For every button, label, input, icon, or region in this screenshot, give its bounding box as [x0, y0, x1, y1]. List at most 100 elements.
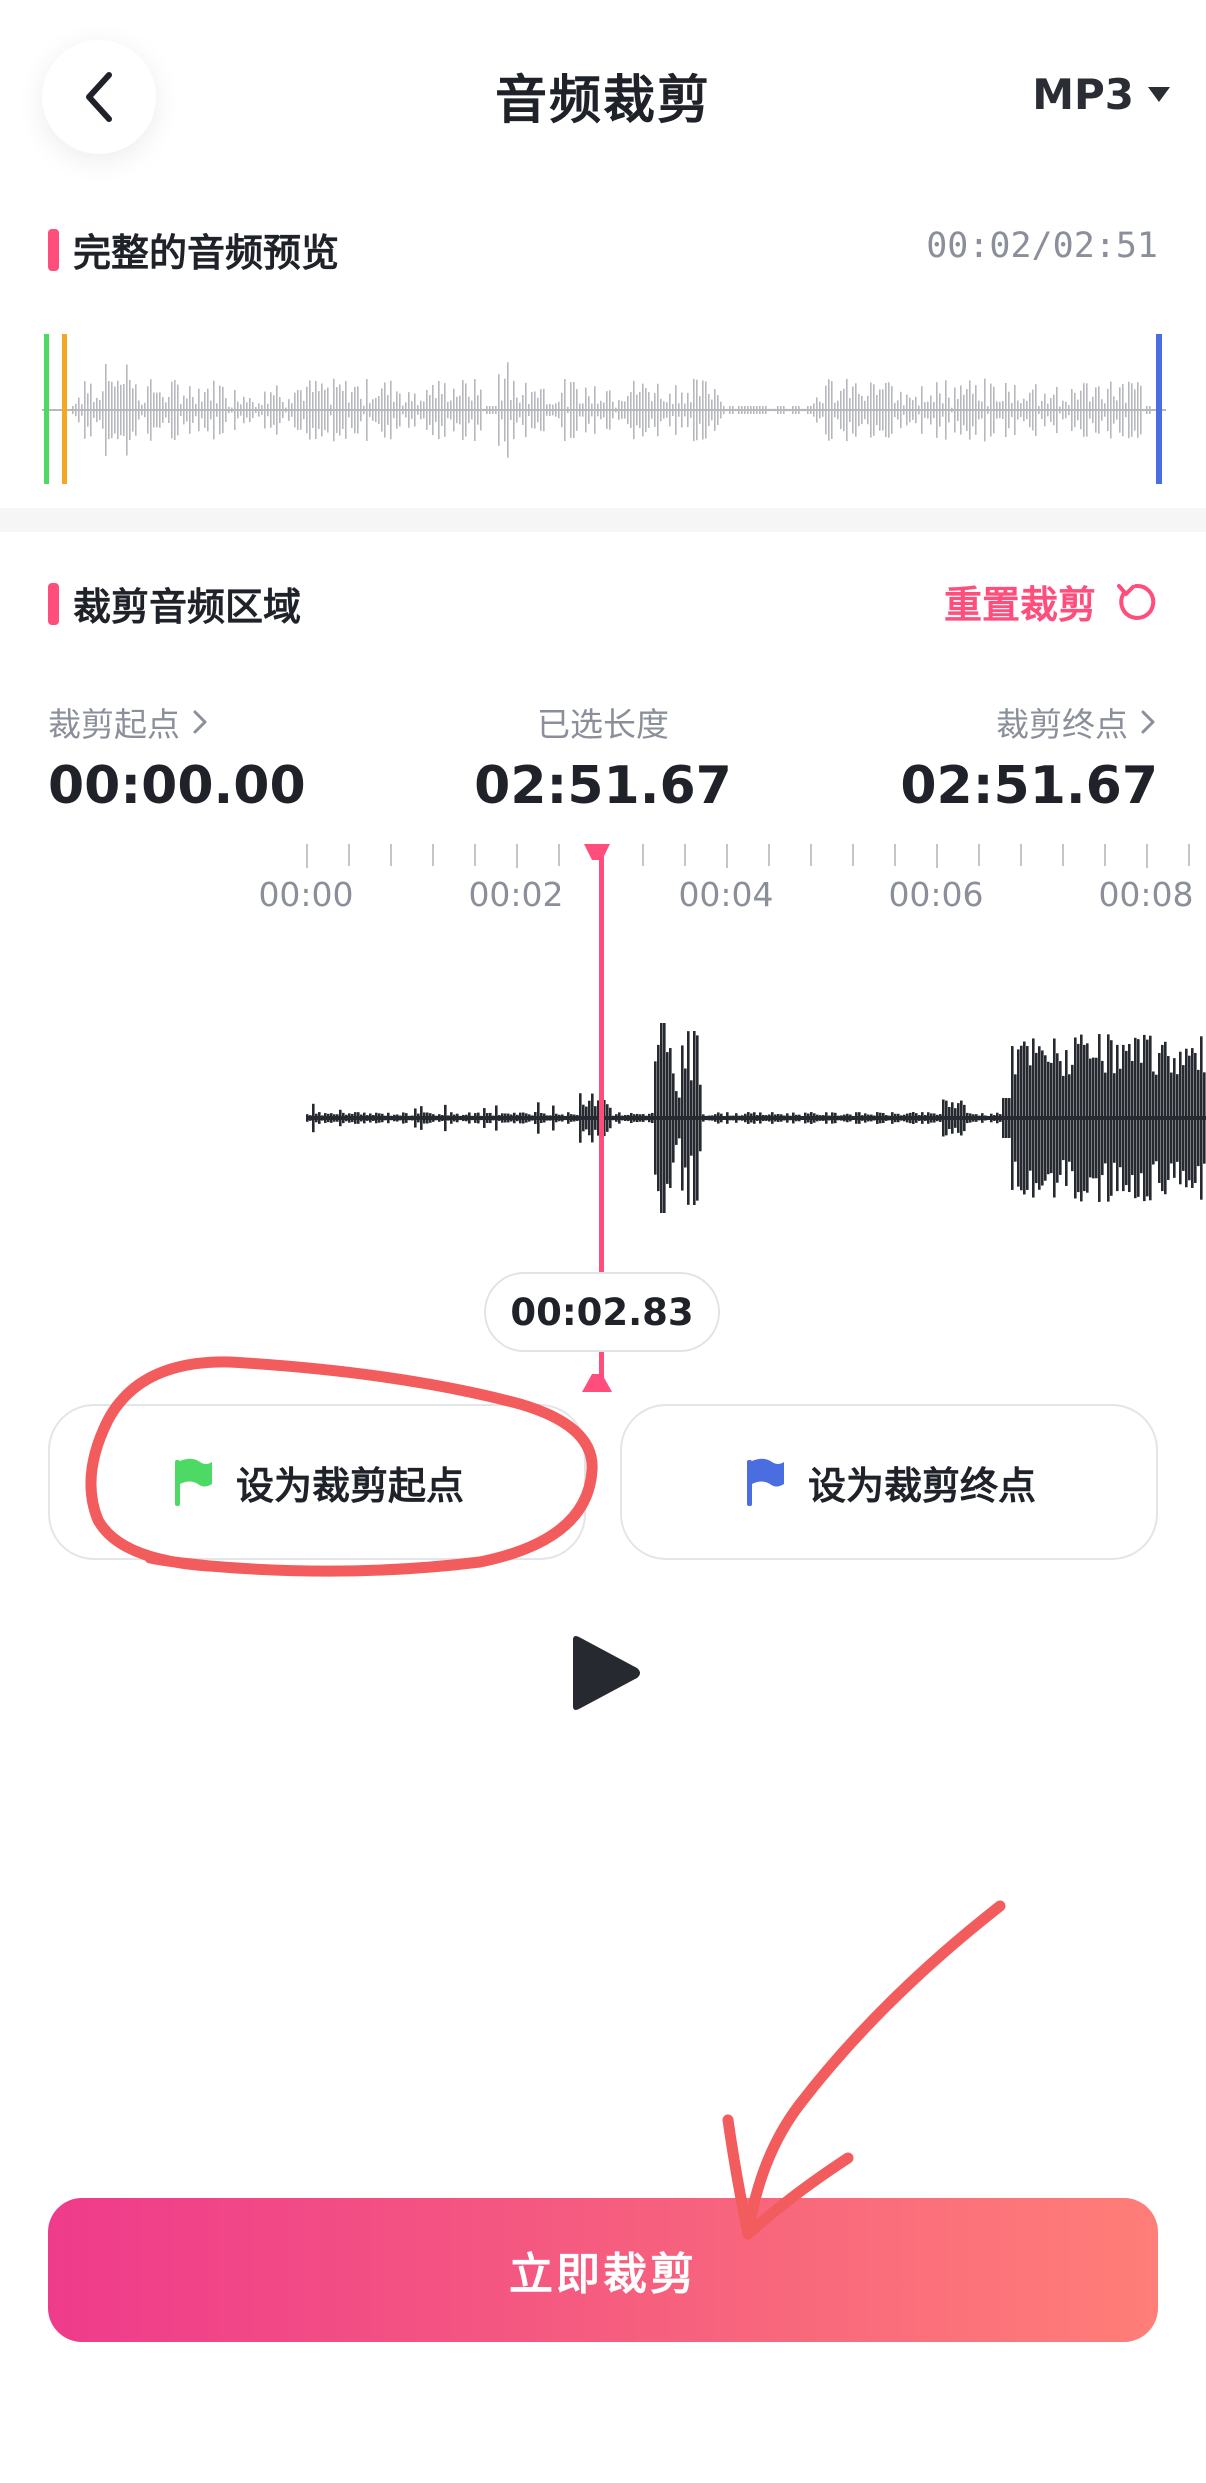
zoom-wave-bar	[834, 1112, 837, 1124]
zoom-wave-bar	[510, 1114, 513, 1122]
zoom-wave-bar	[1107, 1034, 1110, 1202]
zoom-wave-bar	[360, 1114, 363, 1122]
zoom-wave-bar	[345, 1114, 348, 1122]
zoom-wave-bar	[1158, 1053, 1161, 1183]
zoom-wave-bar	[1023, 1041, 1026, 1195]
zoom-wave-bar	[645, 1115, 648, 1121]
zoom-wave-bar	[822, 1115, 825, 1121]
reset-crop-button[interactable]: 重置裁剪	[944, 574, 1158, 629]
ruler-tick	[1104, 844, 1106, 866]
zoom-wave-bar	[420, 1106, 423, 1130]
zoom-wave-bar	[372, 1114, 375, 1122]
ruler-tick	[432, 844, 434, 866]
zoom-wave-bar	[561, 1114, 564, 1122]
zoom-wave-bar	[366, 1115, 369, 1121]
zoom-wave-bar	[498, 1115, 501, 1121]
zoom-wave-bar	[819, 1115, 822, 1121]
crop-end-control[interactable]: 裁剪终点 02:51.67	[900, 698, 1158, 816]
zoom-wave-bar	[1128, 1043, 1131, 1193]
zoom-wave-bar	[453, 1114, 456, 1122]
zoom-wave-bar	[852, 1115, 855, 1121]
zoom-wave-bar	[594, 1106, 597, 1130]
zoom-wave-bar	[318, 1112, 321, 1124]
zoom-wave-bar	[633, 1114, 636, 1122]
zoom-wave-bar	[858, 1112, 861, 1124]
zoom-wave-bar	[1137, 1039, 1140, 1197]
zoom-wave-bar	[375, 1112, 378, 1124]
zoom-wave-bar	[336, 1114, 339, 1122]
zoom-wave-bar	[738, 1115, 741, 1121]
timeline-waveform[interactable]: 00:00 00:02 00:04 00:06 00:08	[240, 840, 1206, 1400]
zoom-wave-bar	[1056, 1053, 1059, 1183]
zoom-wave-bar	[711, 1115, 714, 1121]
zoom-wave-bar	[876, 1112, 879, 1124]
caret-down-icon	[1148, 87, 1170, 102]
zoom-wave-bar	[1095, 1057, 1098, 1179]
zoom-wave-bar	[477, 1112, 480, 1124]
zoom-wave-bar	[978, 1115, 981, 1121]
ruler-tick	[306, 844, 308, 868]
zoom-wave-bar	[750, 1113, 753, 1123]
zoom-wave-bar	[465, 1114, 468, 1122]
zoom-wave-bar	[357, 1112, 360, 1124]
zoom-wave-bar	[1020, 1045, 1023, 1191]
zoom-wave-bar	[864, 1113, 867, 1123]
format-selector[interactable]: MP3	[1032, 70, 1170, 119]
zoom-wave-bar	[1065, 1050, 1068, 1186]
zoom-wave-bar	[909, 1112, 912, 1124]
zoom-wave-bar	[351, 1113, 354, 1123]
ruler-tick	[852, 844, 854, 866]
time-ruler: 00:00 00:02 00:04 00:06 00:08	[258, 844, 1194, 914]
zoom-wave-bar	[945, 1100, 948, 1136]
zoom-wave-bar	[507, 1113, 510, 1123]
zoom-wave-bar	[996, 1112, 999, 1124]
zoom-wave-bar	[1008, 1098, 1011, 1138]
zoom-wave-bar	[840, 1115, 843, 1121]
cut-now-button[interactable]: 立即裁剪	[48, 2198, 1158, 2342]
zoom-wave-bar	[435, 1115, 438, 1121]
zoom-wave-bar	[687, 1031, 690, 1205]
preview-waveform[interactable]	[42, 330, 1166, 490]
zoom-wave-bar	[1017, 1049, 1020, 1187]
zoom-wave-bar	[855, 1112, 858, 1124]
zoom-wave-bar	[1092, 1057, 1095, 1179]
ruler-tick	[768, 844, 770, 866]
crop-start-control[interactable]: 裁剪起点 00:00.00	[48, 698, 306, 816]
set-start-button[interactable]: 设为裁剪起点	[48, 1404, 586, 1560]
zoom-wave-bar	[414, 1108, 417, 1128]
zoom-wave-bar	[951, 1102, 954, 1134]
zoom-wave-bar	[768, 1114, 771, 1122]
zoomed-waveform	[306, 1023, 1206, 1213]
page-title: 音频裁剪	[494, 71, 711, 131]
zoom-wave-bar	[525, 1113, 528, 1123]
zoom-wave-bar	[846, 1113, 849, 1123]
section-accent-bar	[48, 228, 59, 271]
zoom-wave-bar	[771, 1112, 774, 1124]
zoom-wave-bar	[921, 1112, 924, 1124]
zoom-wave-bar	[690, 1080, 693, 1156]
zoom-wave-bar	[1080, 1034, 1083, 1202]
zoom-wave-bar	[1026, 1046, 1029, 1190]
crop-title: 裁剪音频区域	[73, 585, 302, 629]
zoom-wave-bar	[999, 1114, 1002, 1122]
zoom-wave-bar	[354, 1112, 357, 1124]
selected-length-value: 02:51.67	[474, 756, 732, 816]
ruler-label: 00:06	[888, 875, 983, 914]
zoom-wave-bar	[1167, 1056, 1170, 1180]
zoom-wave-bar	[1071, 1064, 1074, 1172]
zoom-wave-bar	[1203, 1072, 1206, 1164]
zoom-wave-bar	[1119, 1068, 1122, 1168]
play-icon[interactable]	[563, 1632, 645, 1714]
zoom-wave-bar	[387, 1112, 390, 1124]
zoom-wave-bar	[480, 1115, 483, 1121]
set-end-label: 设为裁剪终点	[807, 1463, 1036, 1508]
zoom-wave-bar	[504, 1113, 507, 1123]
zoom-wave-bar	[1053, 1038, 1056, 1198]
zoom-wave-bar	[309, 1115, 312, 1121]
preview-time: 00:02/02:51	[926, 226, 1158, 266]
zoom-wave-bar	[1110, 1040, 1113, 1196]
zoom-wave-bar	[558, 1114, 561, 1122]
zoom-wave-bar	[519, 1112, 522, 1124]
zoom-wave-bar	[543, 1113, 546, 1123]
set-end-button[interactable]: 设为裁剪终点	[620, 1404, 1158, 1560]
